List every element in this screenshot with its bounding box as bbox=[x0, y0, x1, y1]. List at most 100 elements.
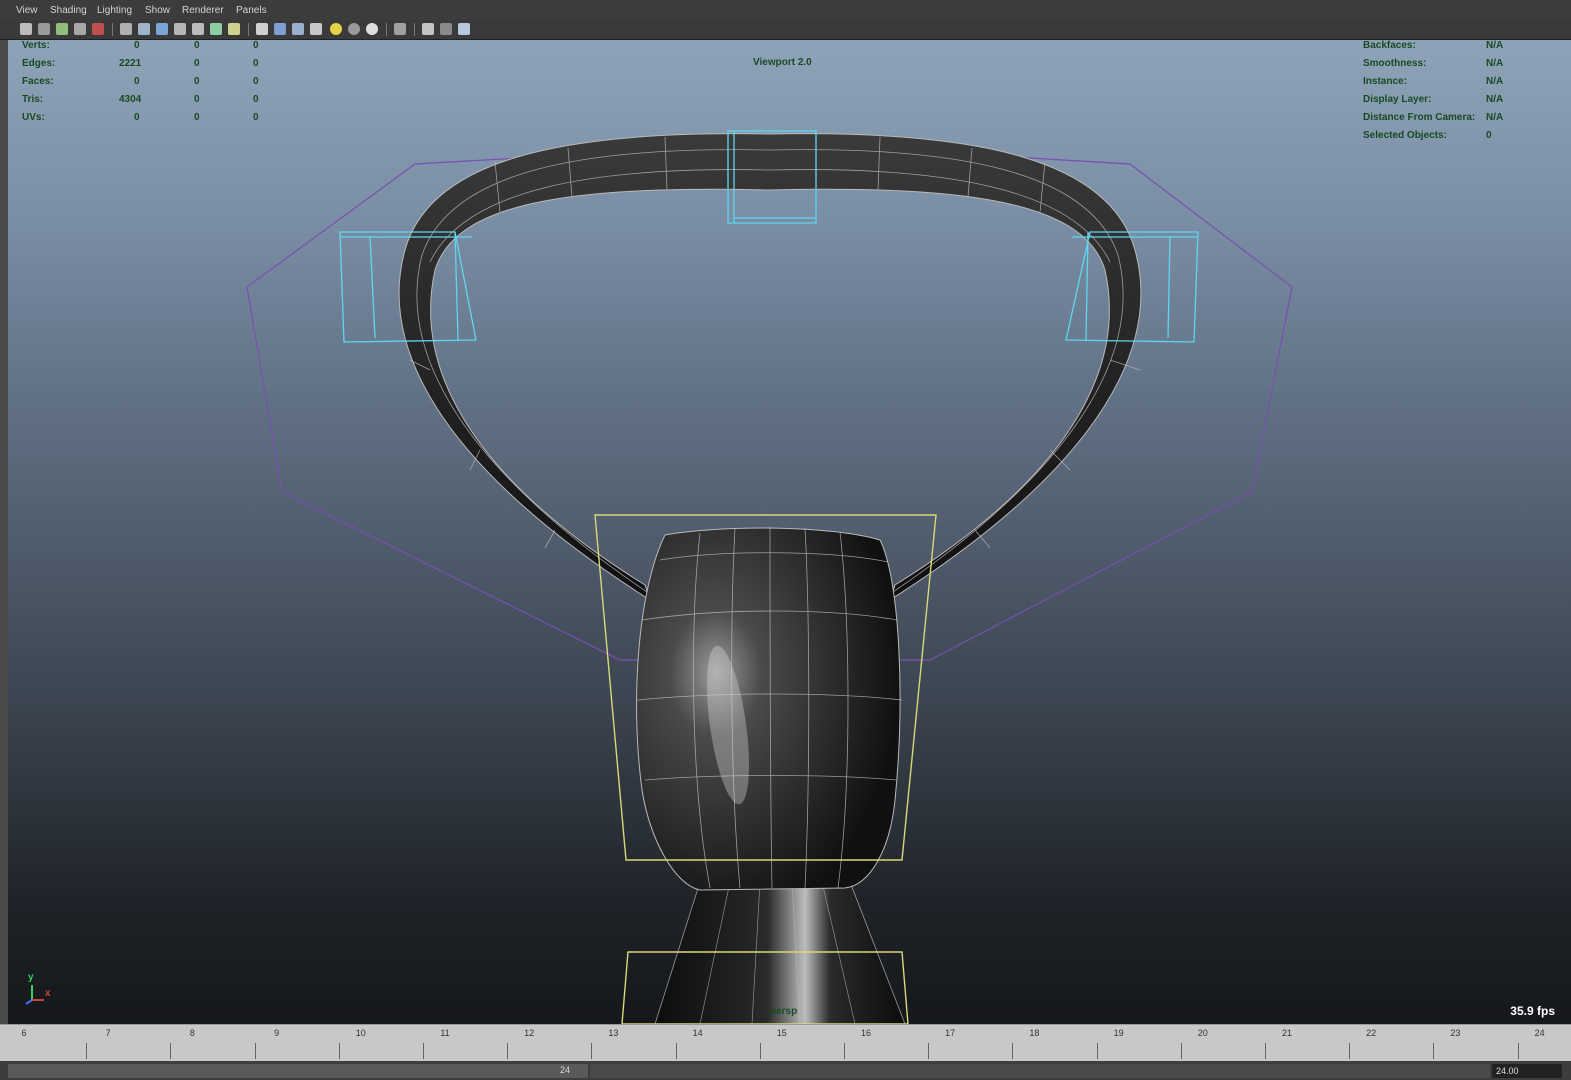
range-end-field[interactable]: 24.00 bbox=[1492, 1064, 1562, 1078]
resolution-gate-icon[interactable] bbox=[156, 23, 168, 35]
panel-toolbar bbox=[0, 20, 1571, 40]
scene-canvas[interactable] bbox=[8, 40, 1571, 1024]
hud-value: 0 bbox=[194, 40, 200, 51]
timeline-tick-label: 10 bbox=[355, 1028, 366, 1038]
wireframe-icon[interactable] bbox=[256, 23, 268, 35]
timeline-tick-label: 8 bbox=[189, 1028, 195, 1038]
default-light-icon[interactable] bbox=[330, 23, 342, 35]
menu-panels[interactable]: Panels bbox=[236, 5, 267, 16]
timeline-tick bbox=[507, 1043, 509, 1059]
timeline-tick bbox=[843, 1043, 845, 1059]
timeline-tick bbox=[422, 1043, 424, 1059]
left-panel-edge bbox=[0, 40, 8, 1024]
axis-label-x: x bbox=[45, 988, 51, 999]
film-gate-icon[interactable] bbox=[138, 23, 150, 35]
hud-row: Smoothness: N/A bbox=[1363, 58, 1513, 76]
isolate-select-icon[interactable] bbox=[394, 23, 406, 35]
menu-bar: View Shading Lighting Show Renderer Pane… bbox=[0, 0, 1571, 20]
hud-label: Smoothness: bbox=[1363, 58, 1427, 69]
hud-value: N/A bbox=[1486, 76, 1504, 87]
gate-mask-icon[interactable] bbox=[174, 23, 186, 35]
hud-value: N/A bbox=[1486, 58, 1504, 69]
time-slider[interactable]: 6 7 8 9 10 11 12 13 14 15 16 17 18 19 20 21 22 23 24 bbox=[0, 1024, 1571, 1061]
hud-value: 0 bbox=[134, 112, 140, 123]
smooth-shade-icon[interactable] bbox=[274, 23, 286, 35]
toolbar-separator bbox=[414, 23, 415, 36]
hud-row: Display Layer: N/A bbox=[1363, 94, 1513, 112]
select-camera-icon[interactable] bbox=[20, 23, 32, 35]
timeline-tick-label: 24 bbox=[1534, 1028, 1545, 1038]
timeline-tick-label: 21 bbox=[1281, 1028, 1293, 1038]
hud-label: Selected Objects: bbox=[1363, 130, 1447, 141]
menu-view[interactable]: View bbox=[16, 5, 38, 16]
hud-label: Instance: bbox=[1363, 76, 1407, 87]
timeline-tick-label: 11 bbox=[440, 1028, 450, 1038]
timeline-tick bbox=[759, 1043, 761, 1059]
hud-label: Distance From Camera: bbox=[1363, 112, 1476, 123]
timeline-tick-label: 13 bbox=[608, 1028, 619, 1038]
timeline-tick bbox=[591, 1043, 593, 1059]
hud-value: N/A bbox=[1486, 40, 1504, 51]
hud-value: 0 bbox=[253, 76, 259, 87]
axis-gizmo-icon bbox=[25, 985, 44, 1005]
safe-action-icon[interactable] bbox=[210, 23, 222, 35]
timeline-tick bbox=[928, 1043, 930, 1059]
timeline-tick bbox=[338, 1043, 340, 1059]
shadows-icon[interactable] bbox=[348, 23, 360, 35]
hud-label: Verts: bbox=[22, 40, 50, 51]
grid-icon[interactable] bbox=[120, 23, 132, 35]
hud-label: UVs: bbox=[22, 112, 45, 123]
hud-value: 0 bbox=[194, 112, 200, 123]
timeline-tick-label: 7 bbox=[105, 1028, 111, 1038]
timeline-tick bbox=[1096, 1043, 1098, 1059]
timeline-tick-label: 14 bbox=[692, 1028, 703, 1038]
hud-value: 0 bbox=[194, 76, 200, 87]
hud-object-details: Backfaces: N/A Smoothness: N/A Instance:… bbox=[1363, 40, 1513, 148]
hud-value: 0 bbox=[253, 112, 259, 123]
camera-attributes-icon[interactable] bbox=[38, 23, 50, 35]
hud-value: 0 bbox=[253, 40, 259, 51]
timeline-tick-label: 22 bbox=[1366, 1028, 1377, 1038]
textured-icon[interactable] bbox=[310, 23, 322, 35]
menu-show[interactable]: Show bbox=[145, 5, 170, 16]
field-chart-icon[interactable] bbox=[192, 23, 204, 35]
hud-label: Faces: bbox=[22, 76, 54, 87]
steering-hub[interactable] bbox=[636, 527, 901, 891]
hud-renderer-title: Viewport 2.0 bbox=[753, 57, 812, 68]
hud-value: 4304 bbox=[119, 94, 142, 105]
xray-components-icon[interactable] bbox=[458, 23, 470, 35]
viewport-3d[interactable]: Verts: 0 0 0 Edges: 2221 0 0 Faces: 0 0 … bbox=[8, 40, 1571, 1024]
range-slider-track[interactable] bbox=[8, 1064, 588, 1078]
xray-joints-icon[interactable] bbox=[440, 23, 452, 35]
hud-value: 0 bbox=[194, 58, 200, 69]
hud-value: 0 bbox=[253, 94, 259, 105]
timeline-tick-label: 19 bbox=[1113, 1028, 1124, 1038]
wireframe-on-shaded-icon[interactable] bbox=[292, 23, 304, 35]
timeline-tick-label: 23 bbox=[1450, 1028, 1461, 1038]
two-d-pan-icon[interactable] bbox=[92, 23, 104, 35]
toolbar-separator bbox=[112, 23, 113, 36]
timeline-tick bbox=[1433, 1043, 1435, 1059]
steering-stem[interactable] bbox=[654, 881, 906, 1024]
range-slider-remaining[interactable] bbox=[590, 1064, 1490, 1078]
xray-icon[interactable] bbox=[422, 23, 434, 35]
ambient-occlusion-icon[interactable] bbox=[366, 23, 378, 35]
hud-label: Backfaces: bbox=[1363, 40, 1416, 51]
menu-lighting[interactable]: Lighting bbox=[97, 5, 132, 16]
hud-row: Instance: N/A bbox=[1363, 76, 1513, 94]
timeline-tick-label: 9 bbox=[274, 1028, 280, 1038]
axis-label-y: y bbox=[28, 972, 34, 983]
hud-value: N/A bbox=[1486, 112, 1504, 123]
toolbar-separator bbox=[386, 23, 387, 36]
hud-value: N/A bbox=[1486, 94, 1504, 105]
safe-title-icon[interactable] bbox=[228, 23, 240, 35]
image-plane-icon[interactable] bbox=[74, 23, 86, 35]
range-slider[interactable]: 24 24.00 bbox=[0, 1061, 1571, 1080]
timeline-tick bbox=[675, 1043, 677, 1059]
bookmark-icon[interactable] bbox=[56, 23, 68, 35]
timeline-tick bbox=[1264, 1043, 1266, 1059]
hud-value: 0 bbox=[253, 58, 259, 69]
timeline-tick-label: 18 bbox=[1029, 1028, 1040, 1038]
menu-renderer[interactable]: Renderer bbox=[182, 5, 224, 16]
menu-shading[interactable]: Shading bbox=[50, 5, 87, 16]
